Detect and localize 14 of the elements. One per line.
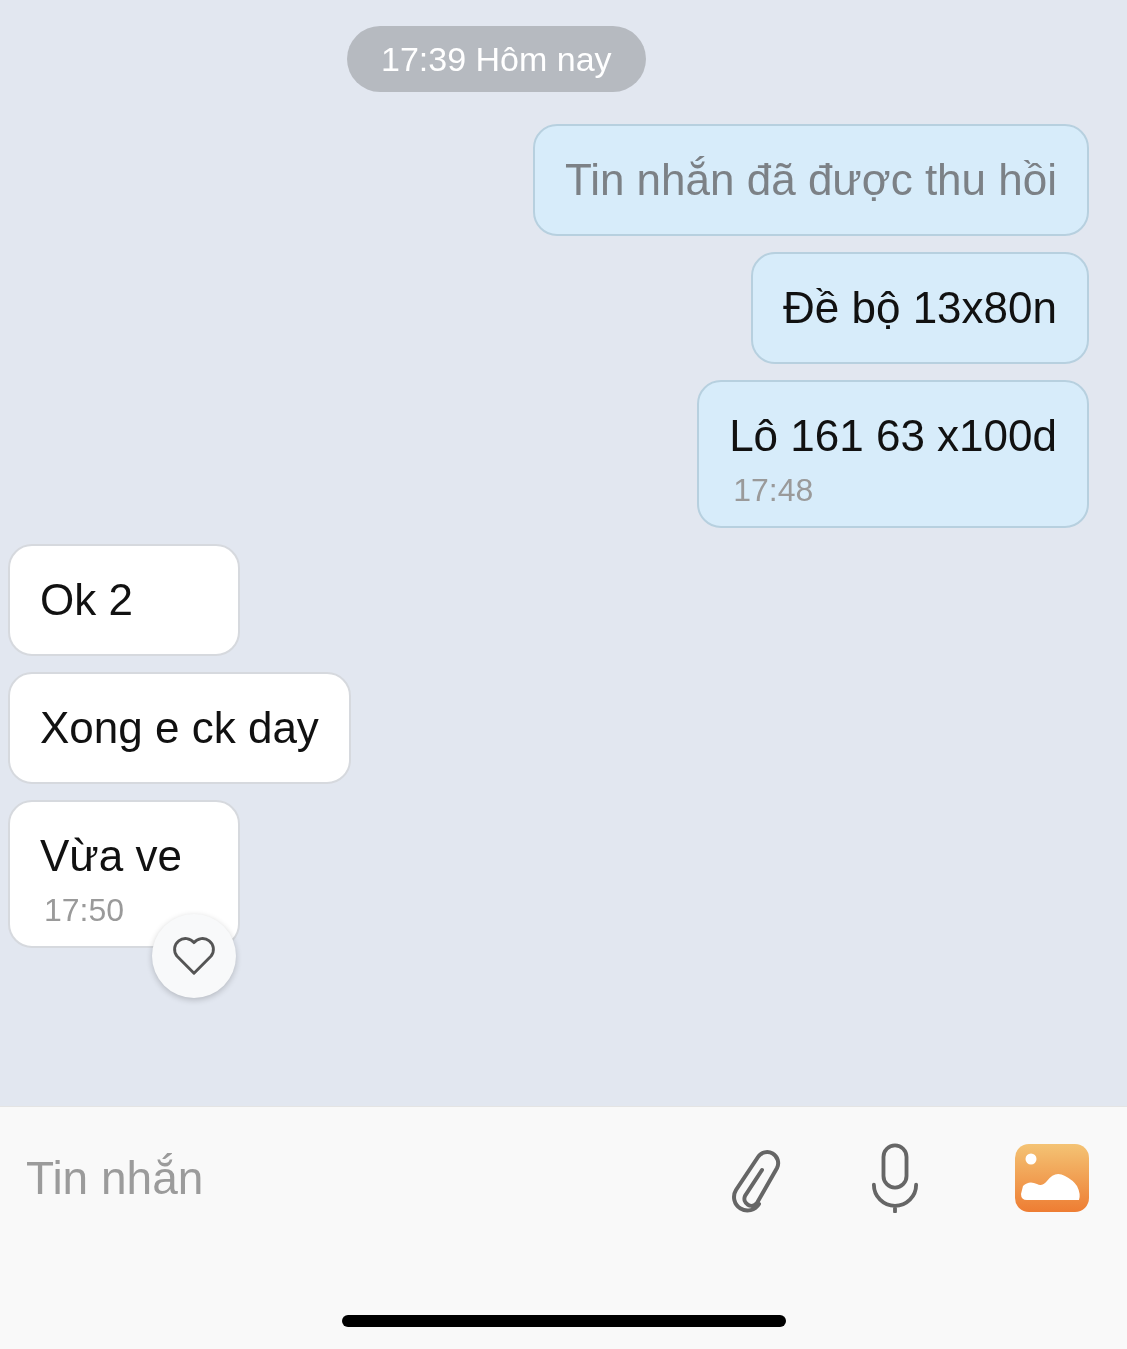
date-separator: 17:39 Hôm nay [347, 26, 646, 92]
message-text: Vừa ve [40, 830, 183, 882]
message-text: Xong e ck day [40, 702, 319, 754]
reaction-button[interactable] [152, 914, 236, 998]
heart-icon [171, 936, 217, 976]
image-icon[interactable] [1015, 1144, 1089, 1212]
message-time: 17:50 [44, 891, 126, 930]
message-text: Ok 2 [40, 574, 134, 626]
message-text: Đề bộ 13x80n [783, 282, 1057, 334]
microphone-icon[interactable] [871, 1143, 919, 1213]
message-text: Lô 161 63 x100d [729, 410, 1057, 462]
message-time: 17:48 [733, 471, 815, 510]
message-input[interactable]: Tin nhắn [26, 1144, 727, 1212]
recalled-message-text: Tin nhắn đã được thu hồi [564, 154, 1057, 206]
